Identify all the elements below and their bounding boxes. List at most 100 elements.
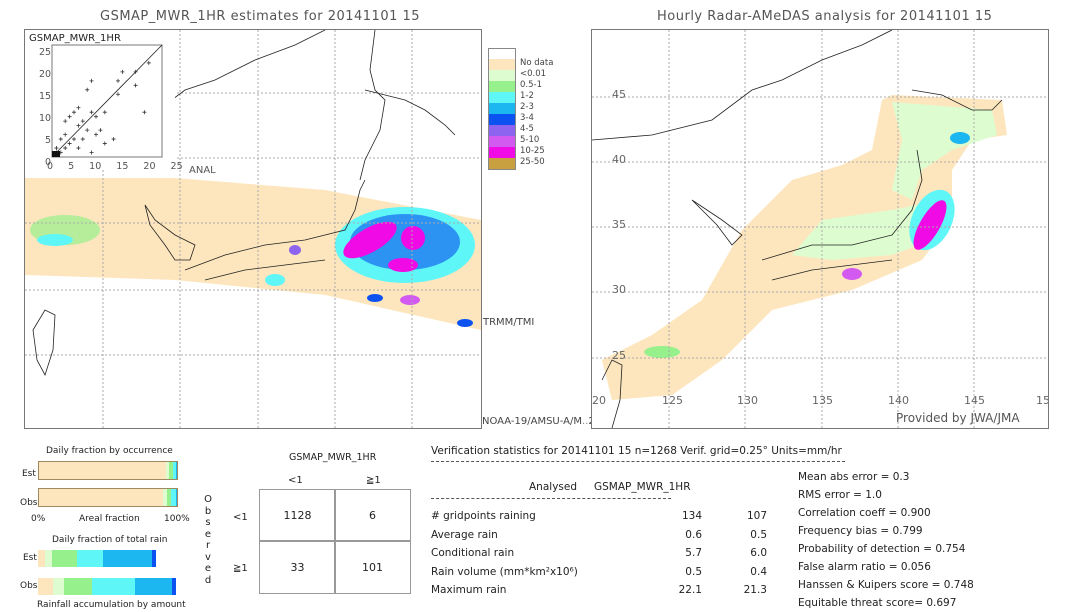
column-header-gsmap: GSMAP_MWR_1HR [594, 481, 691, 493]
radar-rain-blue [950, 132, 970, 144]
occurrence-row-obs: Obs [20, 498, 38, 508]
stat-label: Conditional rain [431, 547, 515, 559]
rain-area-small5 [457, 319, 473, 327]
bar-segment [134, 578, 172, 595]
contingency-row-ge1: ≧1 [233, 563, 248, 574]
bar-segment [51, 550, 77, 567]
legend-label: 2-3 [520, 102, 534, 112]
rain-area-east-core2 [401, 226, 425, 250]
lon-tick: 125 [662, 394, 683, 407]
bar-segment [38, 578, 54, 595]
stat-label: Average rain [431, 528, 498, 541]
occurrence-row-est: Est [22, 469, 36, 479]
legend-label: 0.5-1 [520, 80, 542, 90]
inset-x-tick: 15 [116, 161, 129, 172]
contingency-cell: 1128 [259, 489, 336, 542]
bar-segment [64, 578, 92, 595]
lat-tick-30: 30 [612, 283, 626, 296]
contingency-col-lt1: <1 [288, 475, 303, 486]
stat-gsmap: 0.4 [750, 565, 767, 578]
inset-x-label: ANAL [189, 165, 216, 176]
occurrence-bar-obs [38, 488, 178, 507]
legend-label: 5-10 [520, 135, 540, 145]
total-rain-row-est: Est [23, 553, 37, 563]
occurrence-x-right: 100% [164, 514, 190, 524]
lon-tick: 140 [888, 394, 909, 407]
verification-header: Verification statistics for 20141101 15 … [431, 445, 842, 457]
radar-rain-purple [842, 268, 862, 280]
bar-segment [151, 550, 156, 567]
inset-x-tick: 10 [89, 161, 102, 172]
contingency-col-ge1: ≧1 [366, 475, 381, 486]
inset-y-tick: 10 [39, 113, 52, 124]
legend-label: 4-5 [520, 124, 534, 134]
stat-analysed: 22.1 [678, 584, 702, 596]
rain-area-west-core [37, 234, 73, 246]
stat-gsmap: 107 [746, 510, 767, 522]
legend-label: 1-2 [520, 91, 534, 101]
occurrence-title: Daily fraction by occurrence [46, 446, 173, 456]
lat-tick-25: 25 [612, 349, 626, 362]
stat-label: Rain volume (mm*km²x10⁶) [431, 565, 578, 578]
lon-tick: 20 [592, 394, 606, 407]
sensor-label-noaa: NOAA-19/AMSU-A/M..20 [482, 416, 601, 427]
inset-y-ticks: 25 20 15 10 5 0 [39, 42, 51, 174]
left-map: GSMAP_MWR_1HR 25 20 15 10 5 0 0 5 10 15 … [24, 29, 482, 429]
scatter-cluster [52, 151, 60, 157]
rain-area-east-core3 [388, 258, 418, 272]
total-rain-bar-obs [38, 578, 176, 595]
lat-tick-35: 35 [612, 218, 626, 231]
right-map-title: Hourly Radar-AMeDAS analysis for 2014110… [657, 9, 993, 24]
stat-gsmap: 0.5 [750, 528, 767, 541]
score-item: Frequency bias = 0.799 [798, 525, 923, 537]
total-rain-bar-est [38, 550, 156, 567]
right-map-graphics [592, 30, 1048, 428]
stat-analysed: 0.6 [685, 528, 702, 541]
legend-label: 25-50 [520, 157, 545, 167]
occurrence-bar-est [38, 461, 178, 480]
score-item: RMS error = 1.0 [798, 489, 882, 501]
lon-tick: 135 [812, 394, 833, 407]
inset-y-tick: 15 [39, 91, 52, 102]
lat-tick-45: 45 [612, 88, 626, 101]
contingency-side-label: Observed [204, 494, 212, 586]
inset-x-tick: 0 [47, 161, 54, 172]
total-rain-row-obs: Obs [20, 581, 38, 591]
contingency-cell: 6 [334, 489, 411, 542]
bar-segment [175, 462, 177, 479]
verification-divider [431, 461, 845, 462]
rain-area-small4 [367, 294, 383, 302]
left-map-graphics [25, 30, 481, 428]
inset-x-tick: 25 [170, 161, 183, 172]
inset-x-ticks: 0 5 10 15 20 25 [47, 161, 183, 172]
bar-segment [44, 550, 52, 567]
inset-x-tick: 20 [143, 161, 156, 172]
stat-analysed: 134 [681, 510, 702, 522]
bar-segment [103, 550, 152, 567]
radar-rain-south [644, 346, 680, 358]
rain-area-small3 [400, 295, 420, 305]
total-rain-footer: Rainfall accumulation by amount [37, 600, 186, 610]
lon-tick: 145 [964, 394, 985, 407]
column-header-analysed: Analysed [529, 481, 577, 493]
legend-label: 10-25 [520, 146, 545, 156]
bar-segment [76, 550, 104, 567]
column-header-divider [431, 498, 671, 499]
contingency-cell: 101 [334, 540, 411, 594]
bar-segment [171, 578, 176, 595]
stat-gsmap: 6.0 [750, 547, 767, 559]
lon-tick: 130 [737, 394, 758, 407]
stat-analysed: 0.5 [685, 565, 702, 578]
score-item: Mean abs error = 0.3 [798, 471, 910, 483]
inset-y-tick: 20 [39, 69, 52, 80]
inset-y-tick: 25 [39, 47, 52, 58]
contingency-cell: 33 [259, 540, 336, 594]
bar-segment [39, 462, 166, 479]
score-item: Hanssen & Kuipers score = 0.748 [798, 579, 974, 591]
bar-segment [91, 578, 135, 595]
data-credit: Provided by JWA/JMA [896, 411, 1020, 425]
contingency-header: GSMAP_MWR_1HR [289, 452, 377, 463]
score-item: Equitable threat score= 0.697 [798, 597, 957, 609]
bar-segment [39, 489, 164, 506]
bar-segment [38, 550, 45, 567]
